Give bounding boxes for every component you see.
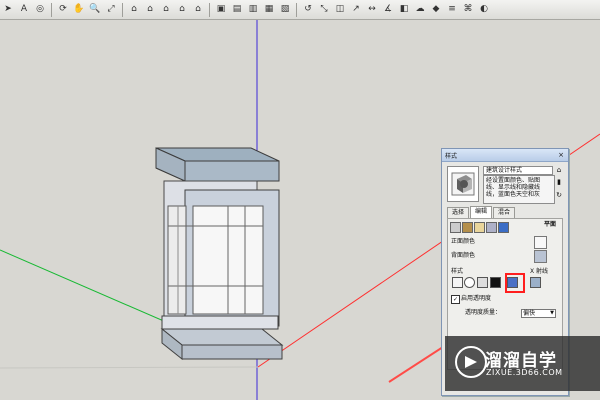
panel-title-bar: 样式 × <box>442 149 568 162</box>
x-ray-label: X 射线 <box>530 268 549 275</box>
transparency-quality-value: 偏快 <box>523 310 536 317</box>
fog-icon[interactable]: ☁ <box>413 3 427 17</box>
hidden-line-icon[interactable] <box>464 277 475 288</box>
offset-icon[interactable]: ◫ <box>333 3 347 17</box>
text-icon[interactable]: A <box>17 3 31 17</box>
move-icon[interactable]: ▧ <box>278 3 292 17</box>
cursor-icon[interactable]: ➤ <box>1 3 15 17</box>
shadow-icon[interactable]: ◐ <box>477 3 491 17</box>
chevron-down-icon: ▼ <box>550 310 554 316</box>
zoom-icon[interactable]: 🔍 <box>88 3 102 17</box>
plane-label: 平面 <box>544 221 557 228</box>
scale-icon[interactable]: ⤡ <box>317 3 331 17</box>
back-color-label: 背面颜色 <box>451 252 476 259</box>
background-settings-icon[interactable] <box>474 222 485 233</box>
shaded-icon[interactable] <box>477 277 488 288</box>
close-icon[interactable]: × <box>557 151 565 159</box>
tab-select[interactable]: 选择 <box>447 207 470 218</box>
rotate-tool-icon[interactable]: ↺ <box>301 3 315 17</box>
toolbar-separator <box>51 2 52 17</box>
house-back-icon[interactable]: ⌂ <box>175 3 189 17</box>
xray-icon[interactable] <box>530 277 541 288</box>
house-view-icon[interactable]: ⌂ <box>127 3 141 17</box>
sandbox-icon[interactable]: ⌘ <box>461 3 475 17</box>
rotate-icon[interactable]: ⟳ <box>56 3 70 17</box>
cube-view-icon[interactable]: ▣ <box>214 3 228 17</box>
camera-icon[interactable]: ◎ <box>33 3 47 17</box>
toolbar-separator <box>122 2 123 17</box>
house-right-icon[interactable]: ⌂ <box>159 3 173 17</box>
house-front-icon[interactable]: ⌂ <box>143 3 157 17</box>
style-label: 样式 <box>451 268 464 275</box>
house-left-icon[interactable]: ⌂ <box>191 3 205 17</box>
watermark-settings-icon[interactable] <box>486 222 497 233</box>
ground-line <box>0 366 259 369</box>
watermark: 溜溜自学 ZIXUE.3D66.COM <box>445 336 600 391</box>
brand-logo <box>455 346 487 378</box>
pan-icon[interactable]: ✋ <box>72 3 86 17</box>
face-settings-icon[interactable] <box>462 222 473 233</box>
panel-title: 样式 <box>445 152 458 160</box>
home-icon[interactable]: ⌂ <box>555 166 563 174</box>
lock-icon[interactable]: ▮ <box>555 178 563 186</box>
enable-transparency-label: 启用透明度 <box>461 295 492 302</box>
component-icon[interactable]: ◆ <box>429 3 443 17</box>
edge-settings-icon[interactable] <box>450 222 461 233</box>
selection-highlight <box>505 273 525 293</box>
dimension-icon[interactable]: ↔ <box>365 3 379 17</box>
style-description[interactable]: 经设置面颜色、贴图 线、显示线和隐藏线 线，蓝面色天空和灰 <box>483 175 555 204</box>
style-thumbnail <box>447 166 479 202</box>
transparency-quality-select[interactable]: 偏快 ▼ <box>521 309 556 318</box>
modeling-settings-icon[interactable] <box>498 222 509 233</box>
toolbar-separator <box>296 2 297 17</box>
front-color-swatch[interactable] <box>534 236 547 249</box>
layer-icon[interactable]: ≡ <box>445 3 459 17</box>
push-pull-icon[interactable]: ▦ <box>262 3 276 17</box>
eraser-icon[interactable]: ▥ <box>246 3 260 17</box>
wireframe-icon[interactable] <box>452 277 463 288</box>
transparency-quality-label: 透明度质量： <box>465 309 502 316</box>
enable-transparency-checkbox[interactable]: ✓ <box>451 295 460 304</box>
section-icon[interactable]: ◧ <box>397 3 411 17</box>
paint-icon[interactable]: ▤ <box>230 3 244 17</box>
refresh-icon[interactable]: ↻ <box>555 191 563 199</box>
tab-edit[interactable]: 编辑 <box>470 206 493 218</box>
back-color-swatch[interactable] <box>534 250 547 263</box>
shaded-texture-icon[interactable] <box>490 277 501 288</box>
tab-mix[interactable]: 混合 <box>493 207 516 218</box>
zoom-extents-icon[interactable]: ⤢ <box>104 3 118 17</box>
edit-mode-icons <box>450 222 510 233</box>
site-text: ZIXUE.3D66.COM <box>486 368 563 377</box>
main-toolbar: ➤ A ◎ ⟳ ✋ 🔍 ⤢ ⌂ ⌂ ⌂ ⌂ ⌂ ▣ ▤ ▥ ▦ ▧ ↺ ⤡ ◫ … <box>0 0 600 20</box>
front-color-label: 正面颜色 <box>451 238 476 245</box>
toolbar-separator <box>209 2 210 17</box>
protractor-icon[interactable]: ∡ <box>381 3 395 17</box>
follow-me-icon[interactable]: ↗ <box>349 3 363 17</box>
style-name-field[interactable]: 建筑设计样式 <box>483 166 553 175</box>
style-tabs: 选择 编辑 混合 <box>447 206 516 218</box>
